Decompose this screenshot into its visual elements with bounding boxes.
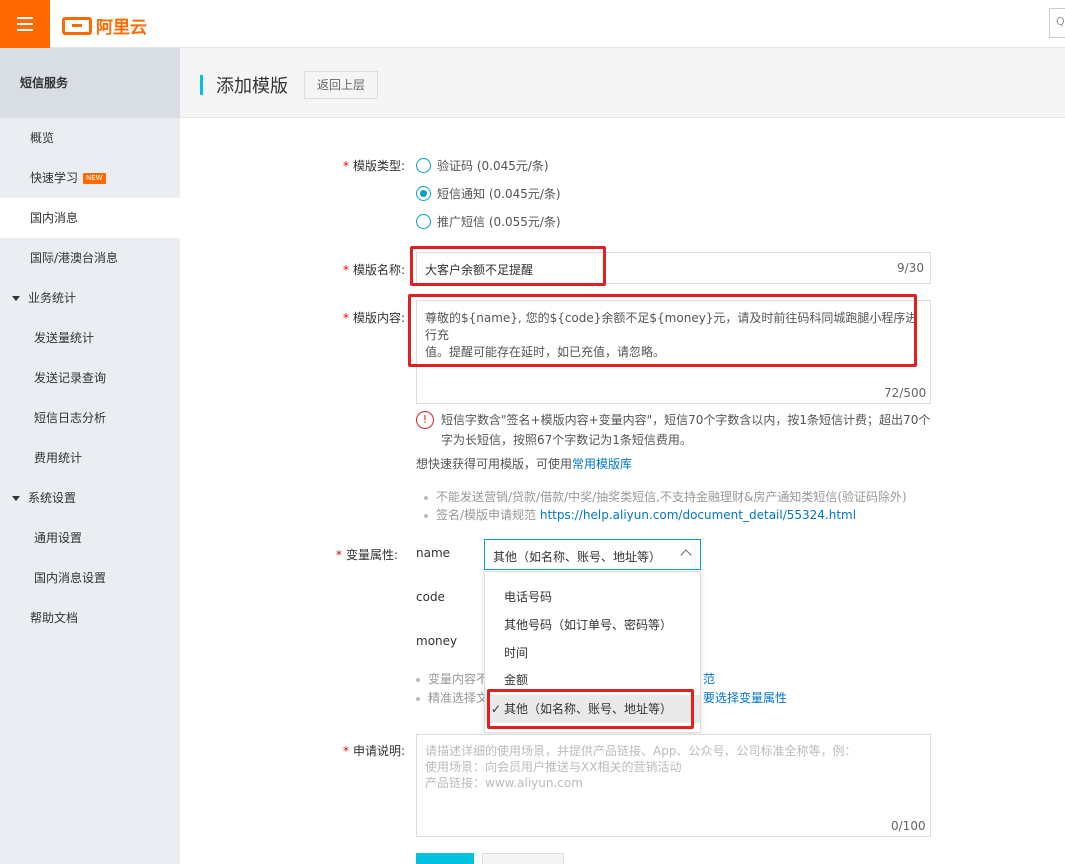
info-line: 字为长短信，按照67个字数记为1条短信费用。 [441, 433, 692, 447]
sidebar-group-settings[interactable]: 系统设置 [0, 478, 180, 518]
logo-text: 阿里云 [96, 18, 147, 38]
sidebar-group-stats[interactable]: 业务统计 [0, 278, 180, 318]
variable-bullet: 变量内容不 [416, 670, 488, 687]
highlight-box [408, 294, 917, 367]
sms-length-info: 短信字数含"签名+模版内容+变量内容"，短信70个字数含以内，按1条短信计费；超… [441, 410, 930, 450]
sidebar-item-domestic[interactable]: 国内消息 [0, 198, 180, 238]
top-bar: 阿里云 Q [0, 0, 1065, 48]
bullet-text: 签名/模版申请规范 [436, 508, 540, 522]
template-content-counter: 72/500 [884, 386, 927, 400]
rule-bullet: 不能发送营销/贷款/借款/中奖/抽奖类短信,不支持金融理财&房产通知类短信(验证… [424, 488, 907, 505]
info-line: 短信字数含"签名+模版内容+变量内容"，短信70个字数含以内，按1条短信计费；超… [441, 413, 931, 427]
sidebar-item-quick-learn[interactable]: 快速学习 NEW [0, 158, 180, 198]
rule-bullet: 签名/模版申请规范 https://help.aliyun.com/docume… [424, 506, 856, 523]
warning-icon: ! [416, 411, 434, 429]
page-title: 添加模版 [216, 76, 288, 97]
sidebar-item-label: 国内消息设置 [34, 571, 107, 585]
bullet-text: 变量内容不 [428, 672, 489, 686]
template-name-counter: 9/30 [897, 261, 924, 275]
sidebar-item-help[interactable]: 帮助文档 [0, 598, 180, 638]
radio-label: 推广短信 (0.055元/条) [437, 215, 561, 229]
radio-icon [416, 214, 431, 229]
caret-down-icon [12, 296, 20, 301]
sidebar-item-overview[interactable]: 概览 [0, 118, 180, 158]
variable-attr-label: * 变量属性: [336, 548, 399, 562]
variable-spec-link[interactable]: 范 [703, 670, 715, 687]
placeholder-line: 请描述详细的使用场景，并提供产品链接、App、公众号、公司标准全称等，例： [425, 744, 857, 758]
placeholder-line: 产品链接：www.aliyun.com [425, 776, 583, 790]
sidebar-item-domestic-settings[interactable]: 国内消息设置 [0, 558, 180, 598]
sidebar: 短信服务 概览 快速学习 NEW 国内消息 国际/港澳台消息 业务统计 发送量统计… [0, 48, 180, 864]
sidebar-item-label: 发送量统计 [34, 331, 95, 345]
back-button[interactable]: 返回上层 [304, 71, 378, 99]
description-label: * 申请说明: [343, 744, 406, 758]
bullet-dot [416, 696, 420, 701]
sidebar-item-international[interactable]: 国际/港澳台消息 [0, 238, 180, 278]
sidebar-item-label: 概览 [30, 131, 55, 145]
aliyun-logo-icon [62, 16, 92, 35]
sidebar-item-label: 系统设置 [28, 491, 77, 505]
bullet-dot [416, 677, 420, 682]
radio-icon [416, 158, 431, 173]
template-type-label: * 模版类型: [343, 159, 406, 173]
variable-attr-link[interactable]: 要选择变量属性 [703, 689, 787, 706]
sidebar-item-label: 帮助文档 [30, 611, 79, 625]
sidebar-item-general-settings[interactable]: 通用设置 [0, 518, 180, 558]
new-badge: NEW [83, 173, 106, 184]
sidebar-item-label: 快速学习 [30, 171, 79, 185]
menu-icon[interactable] [0, 0, 50, 48]
radio-checked-icon [416, 186, 431, 201]
sidebar-item-label: 费用统计 [34, 451, 83, 465]
sidebar-header: 短信服务 [0, 48, 180, 118]
radio-label: 短信通知 (0.045元/条) [437, 187, 561, 201]
template-library-link[interactable]: 常用模版库 [572, 457, 632, 471]
sidebar-item-send-records[interactable]: 发送记录查询 [0, 358, 180, 398]
highlight-box [410, 246, 606, 286]
sidebar-item-label: 业务统计 [28, 291, 77, 305]
bullet-text: 精准选择文 [428, 691, 489, 705]
quick-template-hint: 想快速获得可用模版，可使用常用模版库 [416, 454, 632, 474]
sidebar-item-cost-stats[interactable]: 费用统计 [0, 438, 180, 478]
sidebar-item-send-stats[interactable]: 发送量统计 [0, 318, 180, 358]
variable-type-select[interactable]: 其他（如名称、账号、地址等） [484, 539, 701, 570]
option-other-number[interactable]: 其他号码（如订单号、密码等） [485, 611, 700, 639]
help-doc-link[interactable]: https://help.aliyun.com/document_detail/… [540, 508, 856, 522]
variable-name: name [416, 546, 451, 560]
bullet-text: 不能发送营销/贷款/借款/中奖/抽奖类短信,不支持金融理财&房产通知类短信(验证… [436, 490, 907, 504]
variable-code: code [416, 590, 445, 604]
sidebar-item-label: 短信日志分析 [34, 411, 107, 425]
description-counter: 0/100 [891, 819, 926, 833]
aliyun-logo[interactable]: 阿里云 [62, 13, 147, 38]
bullet-dot [424, 513, 428, 518]
sidebar-item-log-analysis[interactable]: 短信日志分析 [0, 398, 180, 438]
caret-down-icon [12, 496, 20, 501]
placeholder-line: 使用场景：向会员用户推送与XX相关的营销活动 [425, 760, 682, 774]
highlight-box [487, 689, 694, 729]
hint-text: 想快速获得可用模版，可使用 [416, 457, 573, 471]
sidebar-item-label: 国际/港澳台消息 [30, 251, 119, 265]
title-accent-bar [200, 75, 203, 95]
radio-verification-code[interactable]: 验证码 (0.045元/条) [416, 157, 549, 174]
radio-promo-sms[interactable]: 推广短信 (0.055元/条) [416, 213, 561, 230]
description-placeholder: 请描述详细的使用场景，并提供产品链接、App、公众号、公司标准全称等，例： 使用… [425, 743, 856, 791]
radio-label: 验证码 (0.045元/条) [437, 159, 549, 173]
select-value: 其他（如名称、账号、地址等） [493, 550, 662, 564]
option-time[interactable]: 时间 [485, 639, 700, 667]
template-name-label: * 模版名称: [343, 263, 406, 277]
radio-sms-notice[interactable]: 短信通知 (0.045元/条) [416, 185, 561, 202]
variable-bullet: 精准选择文 [416, 689, 488, 706]
option-phone[interactable]: 电话号码 [485, 583, 700, 611]
submit-button[interactable] [416, 853, 474, 864]
template-content-label: * 模版内容: [343, 311, 406, 325]
variable-money: money [416, 634, 458, 648]
cancel-button[interactable] [482, 853, 564, 864]
sidebar-item-label: 通用设置 [34, 531, 83, 545]
search-box[interactable]: Q [1049, 8, 1065, 38]
sidebar-item-label: 国内消息 [30, 211, 79, 225]
sidebar-item-label: 发送记录查询 [34, 371, 107, 385]
chevron-up-icon [680, 549, 692, 561]
bullet-dot [424, 495, 428, 500]
content-header: 添加模版 返回上层 [180, 48, 1065, 118]
